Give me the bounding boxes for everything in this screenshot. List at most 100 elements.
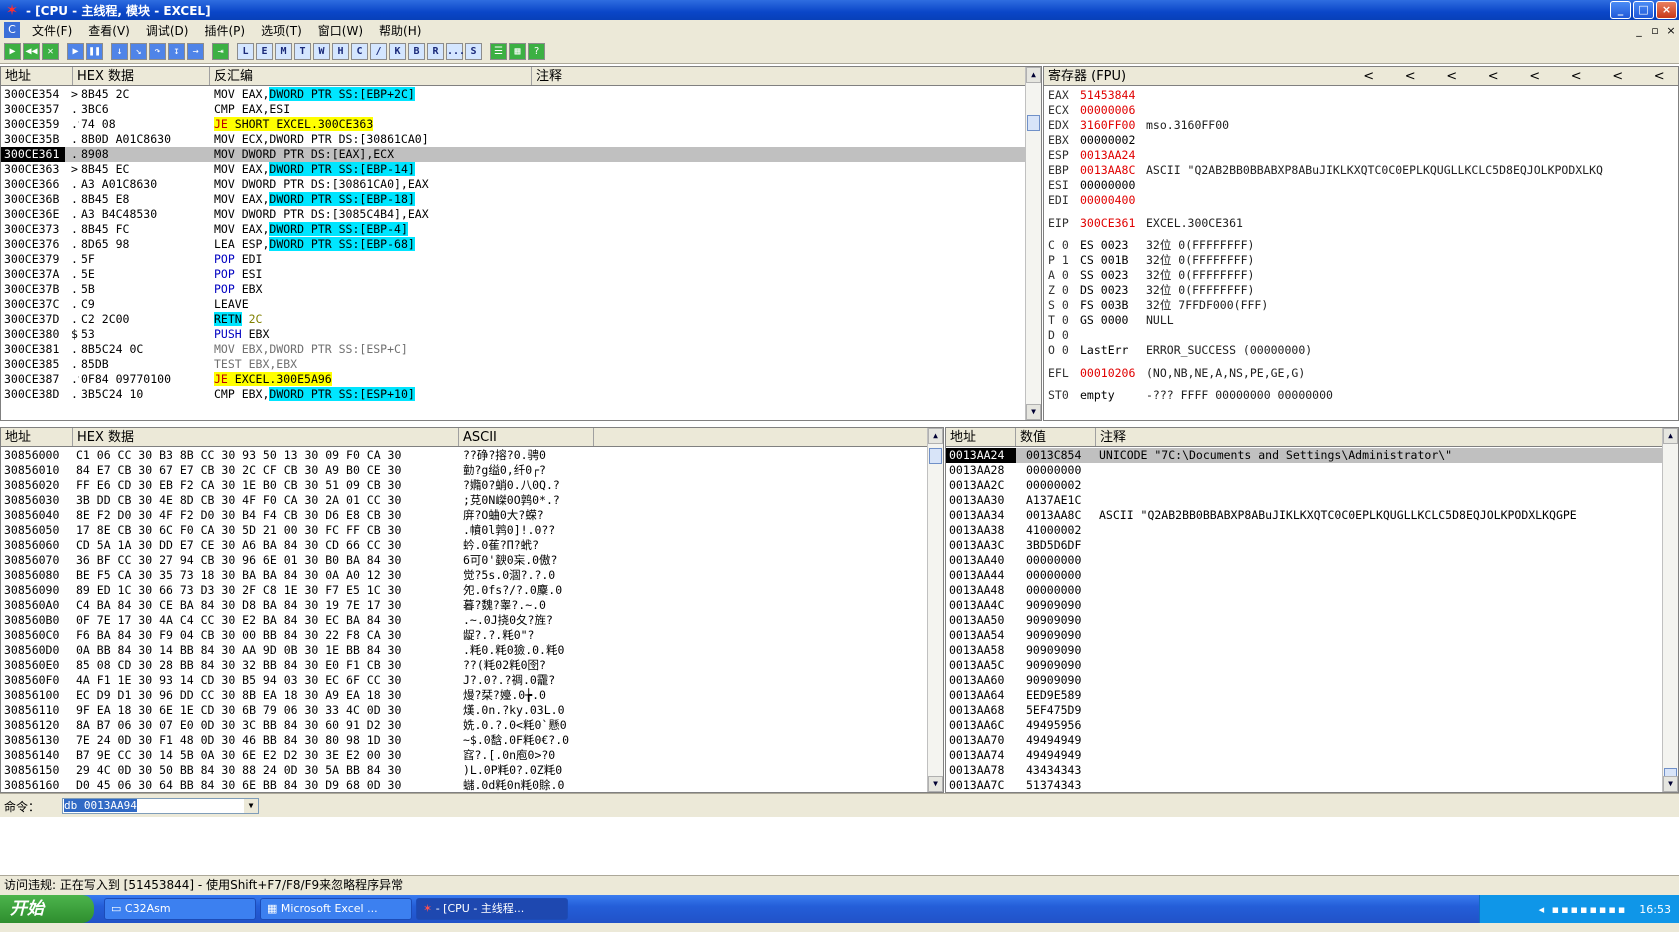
stack-row[interactable]: 0013AA4C 90909090 (946, 598, 1664, 613)
stack-row[interactable]: 0013AA48 00000000 (946, 583, 1664, 598)
log-window-button[interactable]: L (237, 43, 254, 60)
dump-row[interactable]: 308560A0 C4 BA 84 30 CE BA 84 30 D8 BA 84… (1, 598, 929, 613)
breakpoints-window-button[interactable]: B (408, 43, 425, 60)
stack-row[interactable]: 0013AA58 90909090 (946, 643, 1664, 658)
scroll-down-icon[interactable]: ▼ (1026, 404, 1041, 420)
register-view-arrow[interactable]: < (1612, 67, 1623, 85)
tray-icons[interactable]: ◂ ▪▪▪▪▪▪▪▪ (1539, 903, 1628, 916)
windows-window-button[interactable]: W (313, 43, 330, 60)
stack-row[interactable]: 0013AA5C 90909090 (946, 658, 1664, 673)
menu-file[interactable]: 文件(F) (24, 22, 80, 39)
stack-row[interactable]: 0013AA50 90909090 (946, 613, 1664, 628)
dump-row[interactable]: 30856120 8A B7 06 30 07 E0 0D 30 3C BB 84… (1, 718, 929, 733)
col-stack-value[interactable]: 数值 (1016, 428, 1096, 446)
stack-row[interactable]: 0013AA3C 3BD5D6DF (946, 538, 1664, 553)
dump-row[interactable]: 30856070 36 BF CC 30 27 94 CB 30 96 6E 01… (1, 553, 929, 568)
disasm-row[interactable]: 300CE36E. A3 B4C48530 MOV DWORD PTR DS:[30… (1, 207, 1026, 222)
task-debugger[interactable]: ✶ - [CPU - 主线程... (416, 898, 568, 920)
menu-plugins[interactable]: 插件(P) (196, 22, 253, 39)
cpu-window-button[interactable]: C (351, 43, 368, 60)
register-line[interactable]: ESI 00000000 (1048, 178, 1676, 193)
col-comment[interactable]: 注释 (532, 67, 1026, 85)
register-line[interactable]: EBX 00000002 (1048, 133, 1676, 148)
memory-dump-pane[interactable]: 地址 HEX 数据 ASCII 30856000 C1 06 CC 30 B3 8… (0, 427, 944, 793)
dump-row[interactable]: 30856050 17 8E CB 30 6C F0 CA 30 5D 21 00… (1, 523, 929, 538)
stack-row[interactable]: 0013AA40 00000000 (946, 553, 1664, 568)
memory-window-button[interactable]: M (275, 43, 292, 60)
open-icon[interactable]: ▶ (4, 43, 21, 60)
step-over-icon[interactable]: ↘ (130, 43, 147, 60)
scroll-down-icon[interactable]: ▼ (928, 776, 943, 792)
stack-row[interactable]: 0013AA34 0013AA8C ASCII "Q2AB2BB0BBABXP8AB… (946, 508, 1664, 523)
disasm-row[interactable]: 300CE381. 8B5C24 0C MOV EBX,DWORD PTR SS:[… (1, 342, 1026, 357)
dump-row[interactable]: 308560D0 0A BB 84 30 14 BB 84 30 AA 9D 0B… (1, 643, 929, 658)
register-line[interactable]: O 0 LastErr ERROR_SUCCESS (00000000) (1048, 343, 1676, 358)
col-stack-address[interactable]: 地址 (946, 428, 1016, 446)
scroll-down-icon[interactable]: ▼ (1663, 776, 1678, 792)
register-line[interactable]: EAX 51453844 (1048, 88, 1676, 103)
scroll-up-icon[interactable]: ▲ (1663, 428, 1678, 444)
dump-row[interactable]: 30856160 D0 45 06 30 64 BB 84 30 6E BB 84… (1, 778, 929, 792)
menu-window[interactable]: 窗口(W) (310, 22, 371, 39)
disassembly-scrollbar[interactable]: ▲ ▼ (1025, 67, 1041, 420)
register-line[interactable]: S 0 FS 003B 32位 7FFDF000(FFF) (1048, 298, 1676, 313)
dump-row[interactable]: 308560C0 F6 BA 84 30 F9 04 CB 30 00 BB 84… (1, 628, 929, 643)
register-line[interactable]: C 0 ES 0023 32位 0(FFFFFFFF) (1048, 238, 1676, 253)
trace-over-icon[interactable]: ↧ (168, 43, 185, 60)
disasm-row[interactable]: 300CE37C. C9 LEAVE (1, 297, 1026, 312)
register-line[interactable]: ECX 00000006 (1048, 103, 1676, 118)
dump-row[interactable]: 30856020 FF E6 CD 30 EB F2 CA 30 1E B0 CB… (1, 478, 929, 493)
stack-row[interactable]: 0013AA44 00000000 (946, 568, 1664, 583)
disasm-row[interactable]: 300CE38D. 3B5C24 10 CMP EBX,DWORD PTR SS:[… (1, 387, 1026, 402)
command-input[interactable]: db 0013AA94 ▼ (62, 798, 259, 814)
disasm-row[interactable]: 300CE37B. 5B POP EBX (1, 282, 1026, 297)
start-button[interactable]: 开始 (0, 895, 94, 923)
disasm-row[interactable]: 300CE37A. 5E POP ESI (1, 267, 1026, 282)
step-into-icon[interactable]: ↓ (111, 43, 128, 60)
menu-debug[interactable]: 调试(D) (138, 22, 197, 39)
register-line[interactable]: EIP 300CE361 EXCEL.300CE361 (1048, 216, 1676, 231)
stack-scrollbar[interactable]: ▲ ▼ (1662, 428, 1678, 792)
scroll-up-icon[interactable]: ▲ (928, 428, 943, 444)
dump-row[interactable]: 308560F0 4A F1 1E 30 93 14 CD 30 B5 94 03… (1, 673, 929, 688)
dump-row[interactable]: 308560B0 0F 7E 17 30 4A C4 CC 30 E2 BA 84… (1, 613, 929, 628)
disasm-row[interactable]: 300CE35B. 8B0D A01C8630 MOV ECX,DWORD PTR … (1, 132, 1026, 147)
dump-row[interactable]: 30856110 9F EA 18 30 6E 1E CD 30 6B 79 06… (1, 703, 929, 718)
task-excel[interactable]: ▦ Microsoft Excel ... (260, 898, 412, 920)
dump-row[interactable]: 30856090 89 ED 1C 30 66 73 D3 30 2F C8 1E… (1, 583, 929, 598)
stack-row[interactable]: 0013AA74 49494949 (946, 748, 1664, 763)
disasm-row[interactable]: 300CE366. A3 A01C8630 MOV DWORD PTR DS:[30… (1, 177, 1026, 192)
register-line[interactable]: P 1 CS 001B 32位 0(FFFFFFFF) (1048, 253, 1676, 268)
register-line[interactable] (1048, 231, 1676, 239)
col-dump-address[interactable]: 地址 (1, 428, 73, 446)
register-line[interactable]: EFL 00010206 (NO,NB,NE,A,NS,PE,GE,G) (1048, 366, 1676, 381)
dump-row[interactable]: 30856080 BE F5 CA 30 35 73 18 30 BA BA 84… (1, 568, 929, 583)
modules-window-button[interactable]: E (256, 43, 273, 60)
disasm-row[interactable]: 300CE376. 8D65 98 LEA ESP,DWORD PTR SS:[EB… (1, 237, 1026, 252)
help-icon[interactable]: ? (528, 43, 545, 60)
register-line[interactable]: Z 0 DS 0023 32位 0(FFFFFFFF) (1048, 283, 1676, 298)
menu-view[interactable]: 查看(V) (80, 22, 138, 39)
stack-row[interactable]: 0013AA38 41000002 (946, 523, 1664, 538)
dump-scrollbar[interactable]: ▲ ▼ (927, 428, 943, 792)
registers-pane[interactable]: 寄存器 (FPU) < < < < < < < < EAX 51453844 ECX 0000000… (1043, 66, 1679, 421)
register-view-arrow[interactable]: < (1488, 67, 1499, 85)
stack-row[interactable]: 0013AA78 43434343 (946, 763, 1664, 778)
scroll-up-icon[interactable]: ▲ (1026, 67, 1041, 83)
stack-row[interactable]: 0013AA2C 00000002 (946, 478, 1664, 493)
mdi-cpu-icon[interactable]: C (4, 22, 20, 38)
dump-row[interactable]: 30856030 3B DD CB 30 4E 8D CB 30 4F F0 CA… (1, 493, 929, 508)
col-dump-ascii[interactable]: ASCII (459, 428, 594, 446)
dump-row[interactable]: 30856010 84 E7 CB 30 67 E7 CB 30 2C CF CB… (1, 463, 929, 478)
close-button[interactable]: × (1656, 1, 1677, 19)
dump-row[interactable]: 30856130 7E 24 0D 30 F1 48 0D 30 46 BB 84… (1, 733, 929, 748)
disasm-row[interactable]: 300CE36B. 8B45 E8 MOV EAX,DWORD PTR SS:[EB… (1, 192, 1026, 207)
col-stack-comment[interactable]: 注释 (1096, 428, 1664, 446)
register-view-arrow[interactable]: < (1405, 67, 1416, 85)
col-dump-hex[interactable]: HEX 数据 (73, 428, 459, 446)
register-line[interactable]: T 0 GS 0000 NULL (1048, 313, 1676, 328)
mdi-minimize-button[interactable]: _ (1631, 24, 1647, 37)
run-icon[interactable]: ▶ (67, 43, 84, 60)
register-view-arrow[interactable]: < (1446, 67, 1457, 85)
disasm-row[interactable]: 300CE379. 5F POP EDI (1, 252, 1026, 267)
